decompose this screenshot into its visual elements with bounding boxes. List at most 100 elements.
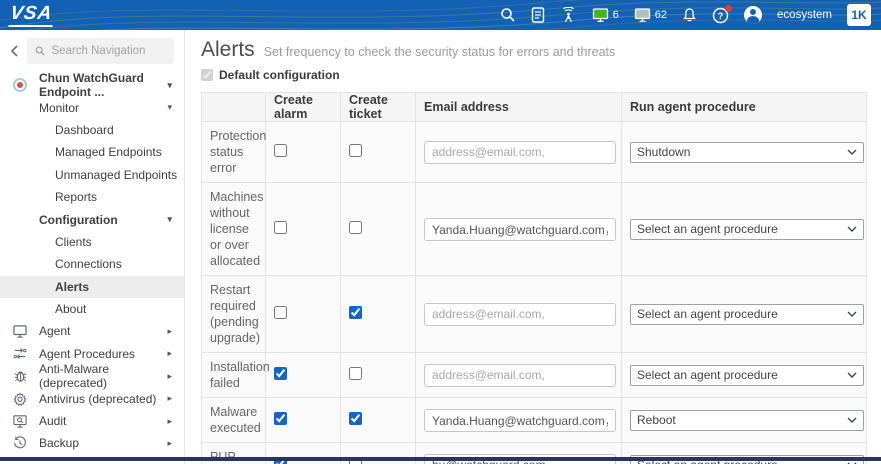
- create-ticket-checkbox[interactable]: [349, 367, 362, 380]
- create-ticket-checkbox[interactable]: [349, 306, 362, 319]
- page-subtitle: Set frequency to check the security stat…: [263, 45, 616, 59]
- sidebar-navigation: Chun WatchGuard Endpoint ... ▾ Monitor ▾…: [0, 30, 185, 464]
- bug-icon: [12, 369, 28, 383]
- sidebar-item-label: Antivirus (deprecated): [39, 391, 157, 406]
- alert-type-label: Installation failed: [201, 352, 270, 398]
- procedures-flow-icon: [12, 347, 28, 360]
- create-ticket-checkbox[interactable]: [349, 412, 362, 425]
- chevron-down-icon: [847, 149, 857, 155]
- table-row: Installation failed Select an agent proc…: [201, 352, 867, 398]
- selected-procedure-label: Select an agent procedure: [637, 222, 778, 236]
- online-agents-count: 6: [612, 9, 619, 21]
- sidebar-item-label: Connections: [55, 257, 122, 272]
- create-alarm-checkbox[interactable]: [274, 221, 287, 234]
- agent-procedure-select[interactable]: Select an agent procedure: [630, 364, 864, 386]
- create-ticket-checkbox[interactable]: [349, 221, 362, 234]
- create-ticket-checkbox[interactable]: [349, 144, 362, 157]
- sidebar-item-label: Clients: [55, 234, 92, 249]
- sidebar-item-reports[interactable]: Reports: [0, 186, 184, 208]
- online-agents-monitor-icon[interactable]: 6: [592, 7, 619, 23]
- sidebar-item-label: About: [55, 302, 87, 317]
- page-title: Alerts: [201, 38, 255, 61]
- create-alarm-checkbox[interactable]: [274, 144, 287, 157]
- selected-procedure-label: Reboot: [637, 413, 676, 427]
- watchguard-logo-icon: [12, 78, 28, 93]
- chevron-right-icon: ▸: [167, 393, 172, 404]
- alert-type-label: Machines without license or over allocat…: [201, 182, 266, 276]
- user-avatar[interactable]: [744, 6, 763, 24]
- sidebar-item-label: Configuration: [39, 212, 118, 227]
- default-configuration-label: Default configuration: [219, 68, 340, 82]
- search-icon[interactable]: [500, 7, 516, 23]
- email-address-input[interactable]: [424, 408, 616, 432]
- sidebar-item-unmanaged-endpoints[interactable]: Unmanaged Endpoints: [0, 164, 184, 186]
- chevron-down-icon: [847, 372, 857, 378]
- sidebar-item-label: Reports: [55, 190, 98, 205]
- default-configuration-toggle: Default configuration: [201, 68, 340, 82]
- sidebar-item-managed-endpoints[interactable]: Managed Endpoints: [0, 141, 184, 163]
- svg-text:?: ?: [718, 11, 724, 21]
- email-address-input[interactable]: [424, 140, 616, 164]
- alert-type-label: Malware executed: [201, 397, 266, 443]
- sidebar-item-audit[interactable]: Audit ▸: [0, 410, 184, 432]
- column-header-create-ticket: Create ticket: [340, 92, 416, 122]
- sidebar-item-label: Audit: [39, 414, 67, 429]
- sidebar-item-label: Backup: [39, 436, 80, 451]
- sidebar-item-alerts[interactable]: Alerts: [0, 275, 184, 298]
- selected-procedure-label: Select an agent procedure: [637, 368, 778, 382]
- notifications-bell-icon[interactable]: [682, 7, 697, 23]
- broadcast-antenna-icon[interactable]: [560, 7, 577, 23]
- search-navigation-input[interactable]: [51, 45, 166, 57]
- table-row: Restart required (pending upgrade) Selec…: [201, 275, 867, 353]
- agent-procedure-select[interactable]: Select an agent procedure: [630, 218, 864, 240]
- total-agents-monitor-icon[interactable]: 62: [634, 7, 667, 23]
- agent-procedure-select[interactable]: Select an agent procedure: [630, 303, 864, 325]
- sidebar-item-anti-malware[interactable]: Anti-Malware (deprecated) ▸: [0, 362, 184, 390]
- sidebar-item-label: Agent: [39, 324, 71, 339]
- email-address-input[interactable]: [424, 217, 616, 241]
- sidebar-search-box[interactable]: [27, 38, 174, 64]
- create-alarm-checkbox[interactable]: [274, 412, 287, 425]
- main-content: Alerts Set frequency to check the securi…: [186, 30, 881, 464]
- create-alarm-checkbox[interactable]: [274, 367, 287, 380]
- sidebar-item-clients[interactable]: Clients: [0, 231, 184, 253]
- agent-procedure-select[interactable]: Shutdown: [630, 141, 864, 163]
- sidebar-item-module-root[interactable]: Chun WatchGuard Endpoint ... ▾: [0, 71, 184, 99]
- agent-procedure-select[interactable]: Reboot: [630, 409, 864, 431]
- topbar-actions: 6 62 ? ecosystem 1K: [500, 4, 881, 26]
- sidebar-item-about[interactable]: About: [0, 298, 184, 320]
- sidebar-item-dashboard[interactable]: Dashboard: [0, 119, 184, 141]
- default-configuration-checkbox[interactable]: [201, 69, 213, 81]
- sidebar-item-connections[interactable]: Connections: [0, 253, 184, 275]
- alerts-table: Create alarm Create ticket Email address…: [201, 92, 867, 464]
- sidebar-item-antivirus[interactable]: Antivirus (deprecated) ▸: [0, 387, 184, 409]
- email-address-input[interactable]: [424, 302, 616, 326]
- table-row: Machines without license or over allocat…: [201, 182, 867, 276]
- sidebar-item-label: Managed Endpoints: [55, 145, 162, 160]
- column-header-create-alarm: Create alarm: [265, 92, 341, 122]
- username-label[interactable]: ecosystem: [777, 9, 832, 21]
- sidebar-item-agent[interactable]: Agent ▸: [0, 320, 184, 342]
- help-icon[interactable]: ?: [712, 4, 733, 24]
- table-header-row: Create alarm Create ticket Email address…: [201, 92, 867, 122]
- email-address-input[interactable]: [424, 363, 616, 387]
- sidebar-item-label: Dashboard: [55, 122, 114, 137]
- chevron-right-icon: ▸: [167, 348, 172, 359]
- table-row: Malware executed Reboot: [201, 397, 867, 443]
- sidebar-item-backup[interactable]: Backup ▸: [0, 432, 184, 454]
- sidebar-item-label: Monitor: [39, 100, 80, 115]
- kaseya-logo[interactable]: 1K: [847, 4, 871, 26]
- chevron-right-icon: ▸: [167, 415, 172, 426]
- vsa-logo[interactable]: VSA: [8, 3, 56, 27]
- collapse-sidebar-button[interactable]: [10, 45, 19, 57]
- create-alarm-checkbox[interactable]: [274, 306, 287, 319]
- sidebar-item-monitor[interactable]: Monitor ▾: [0, 96, 184, 118]
- chevron-right-icon: ▸: [167, 325, 172, 336]
- document-icon[interactable]: [531, 7, 545, 23]
- selected-procedure-label: Select an agent procedure: [637, 307, 778, 321]
- column-header-email-address: Email address: [415, 92, 622, 122]
- sidebar-nav-tree: Chun WatchGuard Endpoint ... ▾ Monitor ▾…: [0, 71, 184, 455]
- chevron-down-icon: [847, 311, 857, 317]
- sidebar-item-configuration[interactable]: Configuration ▾: [0, 208, 184, 230]
- sidebar-item-label: Unmanaged Endpoints: [55, 167, 178, 182]
